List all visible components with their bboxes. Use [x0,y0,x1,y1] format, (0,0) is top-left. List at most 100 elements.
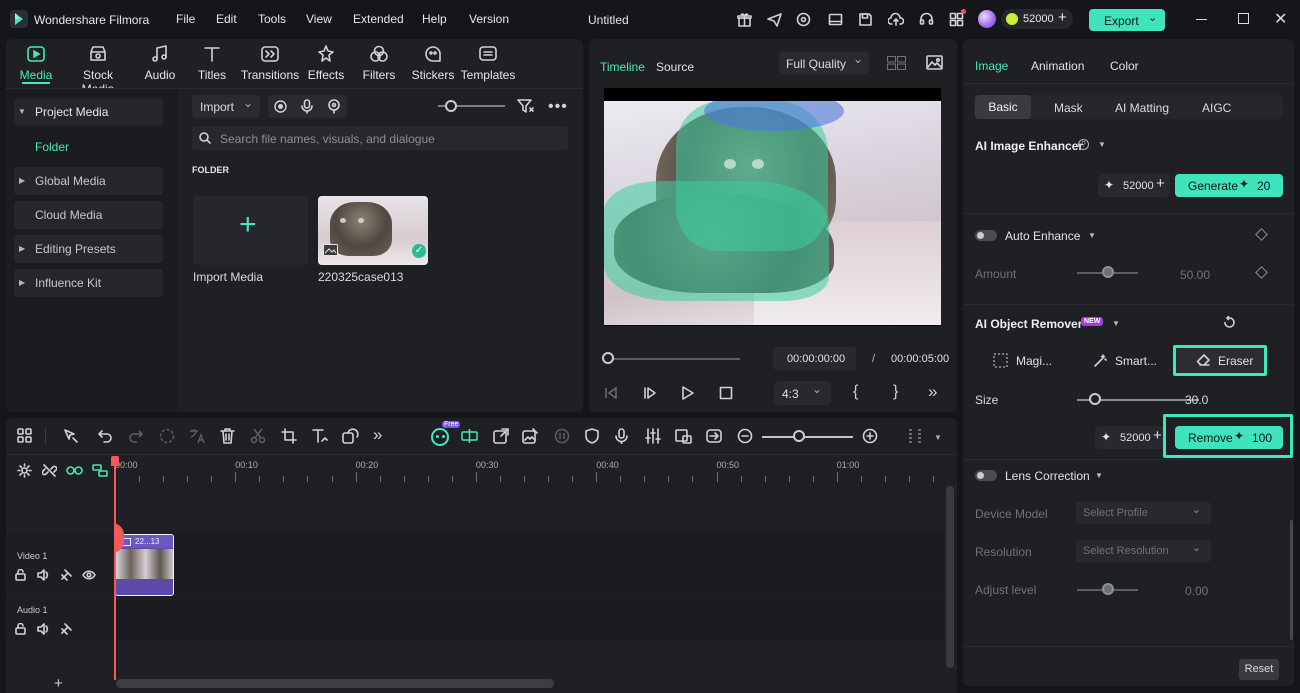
redo-icon[interactable] [128,428,144,443]
menu-tools[interactable]: Tools [258,12,286,26]
smart-brush-tool[interactable]: Smart... [1093,352,1158,370]
add-credits-icon[interactable]: + [1058,9,1067,26]
headset-icon[interactable] [919,12,934,27]
apps-grid-icon[interactable] [949,9,966,27]
current-time-box[interactable]: 00:00:00:00 [773,347,856,370]
translate-icon[interactable] [189,428,205,444]
inspector-scrollbar[interactable] [1290,520,1293,640]
tab-media[interactable]: Media [6,44,66,82]
sidebar-item-folder[interactable]: Folder [35,140,69,154]
generate-button[interactable]: Generate ✦ 20 [1175,174,1283,197]
sidebar-item-cloud-media[interactable]: Cloud Media [14,201,163,229]
timeline-vertical-scrollbar[interactable] [946,486,954,668]
record-voice-icon[interactable] [615,428,628,444]
menu-help[interactable]: Help [422,12,447,26]
subtab-basic[interactable]: Basic [975,95,1031,119]
more-controls-icon[interactable]: » [928,382,937,402]
menu-edit[interactable]: Edit [216,12,237,26]
lock-icon[interactable] [15,569,26,581]
tab-transitions[interactable]: Transitions [239,44,301,82]
record-icon[interactable] [274,100,287,113]
replace-clip-icon[interactable] [675,428,692,444]
caret-down-icon[interactable]: ▼ [1088,231,1096,240]
enhancer-credits[interactable]: ✦ 52000 + [1098,174,1170,197]
lock-icon[interactable] [15,623,26,635]
tab-color[interactable]: Color [1110,59,1139,73]
timeline-layout-icon[interactable] [907,428,923,444]
zoom-in-icon[interactable] [862,428,878,444]
reset-button[interactable]: Reset [1239,659,1279,680]
community-icon[interactable] [796,12,811,27]
maximize-button[interactable] [1238,13,1249,24]
play-frame-icon[interactable] [643,386,657,400]
reset-icon[interactable] [1223,316,1236,329]
close-icon[interactable]: ✕ [1274,9,1287,29]
select-tool-icon[interactable] [63,428,79,444]
microphone-icon[interactable] [301,99,313,114]
adjust-level-knob[interactable] [1101,583,1114,595]
eye-icon[interactable] [82,570,96,580]
sidebar-item-editing-presets[interactable]: ▶ Editing Presets [14,235,163,263]
timeline-clip[interactable]: 22...13 [115,534,174,596]
zoom-out-icon[interactable] [737,428,753,444]
delete-icon[interactable] [220,428,235,444]
timeline-horizontal-scrollbar[interactable] [116,679,554,688]
unlink-icon[interactable] [42,463,57,478]
remover-credits[interactable]: ✦ 52000 + [1095,426,1165,449]
playhead-line[interactable] [114,460,116,680]
tab-audio[interactable]: Audio [130,44,190,82]
track-settings-icon[interactable] [17,463,32,478]
subtab-ai-matting[interactable]: AI Matting [1115,101,1169,115]
speaker-icon[interactable] [37,569,50,581]
aspect-ratio-dropdown[interactable]: 4:3 ⌄ [774,381,831,405]
search-bar[interactable]: Search file names, visuals, and dialogue [192,126,568,150]
image-edit-icon[interactable] [522,428,538,444]
import-media-tile[interactable]: + [193,196,308,265]
layout-grid-icon[interactable] [17,428,32,443]
timeline-zoom-slider[interactable] [762,436,853,438]
subtab-mask[interactable]: Mask [1054,101,1083,115]
mark-out-icon[interactable]: } [893,383,898,401]
sidebar-item-project-media[interactable]: ▼ Project Media [14,98,163,126]
subtab-aigc[interactable]: AIGC [1202,101,1231,115]
layout-icon[interactable] [828,12,843,27]
menu-file[interactable]: File [176,12,195,26]
time-ruler[interactable]: 00:00 00:10 00:20 00:30 00:40 00:50 01:00 [115,456,945,488]
crop-icon[interactable] [281,428,297,444]
voiceover-icon[interactable] [327,99,341,114]
audio-mixer-icon[interactable] [645,428,661,444]
minimize-button[interactable] [1196,19,1207,20]
tab-image[interactable]: Image [975,59,1008,73]
stop-icon[interactable] [719,386,733,400]
speaker-icon[interactable] [37,623,50,635]
amount-knob[interactable] [1101,266,1114,278]
mute-track-icon[interactable] [60,569,73,581]
timeline-zoom-knob[interactable] [793,430,805,442]
link-icon[interactable] [66,464,83,477]
cut-icon[interactable] [250,428,266,444]
playback-scrubber-knob[interactable] [602,352,614,364]
caret-down-icon[interactable]: ▼ [1095,471,1103,480]
more-tools-icon[interactable]: » [373,425,382,445]
sidebar-item-global-media[interactable]: ▶ Global Media [14,167,163,195]
avatar[interactable] [978,10,996,28]
more-options-icon[interactable]: ••• [548,98,568,116]
magnet-icon[interactable] [92,463,108,478]
import-dropdown[interactable]: Import ⌄ [192,95,260,118]
ai-copilot-icon[interactable] [431,428,449,446]
previous-frame-icon[interactable] [604,386,618,400]
menu-version[interactable]: Version [469,12,509,26]
grid-view-icon[interactable] [887,56,906,70]
caret-down-icon[interactable]: ▼ [1098,140,1106,149]
shield-icon[interactable] [585,428,599,444]
cloud-upload-icon[interactable] [888,12,904,27]
tab-animation[interactable]: Animation [1031,59,1084,73]
undo-icon[interactable] [97,428,113,443]
thumbnail-size-knob[interactable] [445,100,457,112]
magic-selection-tool[interactable]: Magi... [993,352,1058,370]
filter-icon[interactable] [517,98,534,114]
caret-down-icon[interactable]: ▼ [1112,319,1120,328]
add-track-icon[interactable]: + [54,675,63,692]
tab-filters[interactable]: Filters [349,44,409,82]
device-model-select[interactable]: Select Profile [1076,499,1211,524]
